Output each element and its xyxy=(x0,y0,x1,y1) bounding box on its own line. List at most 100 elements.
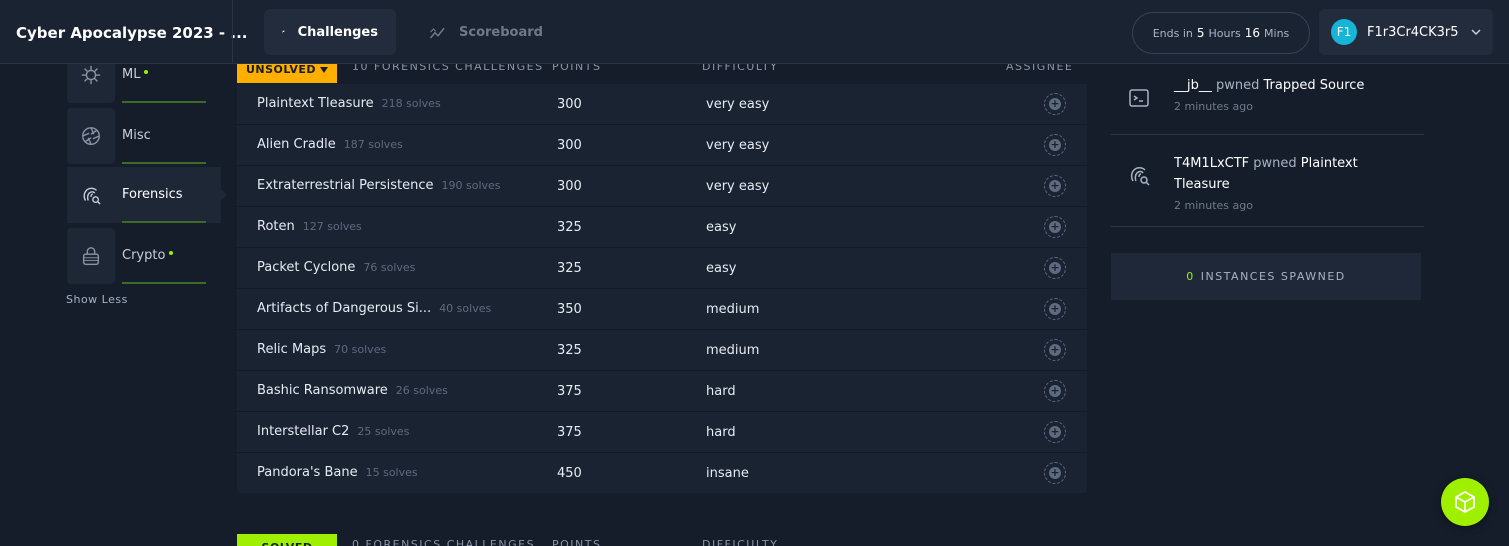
instances-count: 0 xyxy=(1186,270,1195,283)
lock-icon xyxy=(82,247,100,265)
plus-icon: + xyxy=(1049,425,1061,438)
fingerprint-search-icon xyxy=(1130,167,1150,186)
sidebar-item-forensics[interactable]: Forensics xyxy=(67,167,227,223)
category-icon-box xyxy=(67,108,115,164)
challenge-points: 300 xyxy=(557,97,582,112)
challenge-name: Artifacts of Dangerous Si... xyxy=(257,301,432,316)
category-icon-box xyxy=(67,167,115,223)
assign-button[interactable]: + xyxy=(1044,93,1066,115)
challenge-name: Bashic Ransomware xyxy=(257,383,388,398)
avatar: F1 xyxy=(1331,19,1357,45)
challenges-table: Plaintext Tleasure 218 solves 300 very ea… xyxy=(237,84,1087,493)
category-icon-box xyxy=(67,228,115,284)
assign-button[interactable]: + xyxy=(1044,421,1066,443)
solve-count: 26 solves xyxy=(395,384,448,397)
plus-icon: + xyxy=(1049,138,1061,151)
show-less-link[interactable]: Show Less xyxy=(66,293,128,306)
challenge-name: Pandora's Bane xyxy=(257,465,358,480)
solved-filter-dropdown[interactable]: SOLVED xyxy=(237,534,337,546)
user-menu[interactable]: F1 F1r3Cr4CK3r5 xyxy=(1319,9,1493,55)
challenge-name: Plaintext Tleasure xyxy=(257,96,374,111)
challenge-difficulty: insane xyxy=(706,466,749,481)
activity-user[interactable]: __jb__ xyxy=(1174,78,1212,93)
solve-count: 40 solves xyxy=(439,302,492,315)
solve-count: 190 solves xyxy=(441,179,501,192)
challenge-difficulty: very easy xyxy=(706,97,770,112)
column-header-difficulty[interactable]: DIFFICULTY xyxy=(702,538,778,546)
countdown-hours-label: Hours xyxy=(1208,26,1241,40)
activity-text: __jb__ pwned Trapped Source xyxy=(1174,75,1374,96)
plus-icon: + xyxy=(1049,220,1061,233)
challenge-difficulty: medium xyxy=(706,343,760,358)
solve-count: 187 solves xyxy=(343,138,403,151)
challenge-name: Extraterrestrial Persistence xyxy=(257,178,434,193)
solve-count: 127 solves xyxy=(302,220,362,233)
solve-count: 218 solves xyxy=(381,97,441,110)
table-row[interactable]: Interstellar C2 25 solves 375 hard + xyxy=(237,412,1087,453)
assign-button[interactable]: + xyxy=(1044,339,1066,361)
sidebar-item-label: Crypto xyxy=(122,228,206,284)
activity-user[interactable]: T4M1LxCTF xyxy=(1174,156,1249,171)
table-row[interactable]: Plaintext Tleasure 218 solves 300 very ea… xyxy=(237,84,1087,125)
event-title[interactable]: Cyber Apocalypse 2023 - ... xyxy=(16,24,247,42)
assign-button[interactable]: + xyxy=(1044,175,1066,197)
tab-challenges[interactable]: Challenges xyxy=(264,9,396,55)
challenge-points: 375 xyxy=(557,384,582,399)
challenge-name: Packet Cyclone xyxy=(257,260,356,275)
activity-time: 2 minutes ago xyxy=(1174,100,1253,113)
activity-verb: pwned xyxy=(1216,78,1260,93)
activity-challenge: Trapped Source xyxy=(1263,78,1365,93)
instances-label: INSTANCES SPAWNED xyxy=(1200,270,1346,283)
flag-icon xyxy=(282,30,285,34)
aperture-icon xyxy=(82,127,100,145)
challenge-name: Interstellar C2 xyxy=(257,424,350,439)
countdown-hours: 5 xyxy=(1196,26,1205,40)
caret-down-icon xyxy=(320,66,329,73)
table-row[interactable]: Packet Cyclone 76 solves 325 easy + xyxy=(237,248,1087,289)
table-row[interactable]: Extraterrestrial Persistence 190 solves 3… xyxy=(237,166,1087,207)
activity-feed-item: __jb__ pwned Trapped Source 2 minutes ag… xyxy=(1111,64,1424,135)
challenge-points: 325 xyxy=(557,343,582,358)
sidebar-item-crypto[interactable]: Crypto xyxy=(67,228,221,284)
assign-button[interactable]: + xyxy=(1044,380,1066,402)
challenge-name: Alien Cradle xyxy=(257,137,336,152)
plus-icon: + xyxy=(1049,97,1061,110)
solved-table-header: SOLVED 0 FORENSICS CHALLENGES POINTS DIF… xyxy=(237,534,1087,546)
category-name: Crypto xyxy=(122,247,166,263)
challenge-points: 350 xyxy=(557,302,582,317)
table-row[interactable]: Roten 127 solves 325 easy + xyxy=(237,207,1087,248)
plus-icon: + xyxy=(1049,343,1061,356)
table-row[interactable]: Bashic Ransomware 26 solves 375 hard + xyxy=(237,371,1087,412)
challenge-points: 450 xyxy=(557,466,582,481)
table-row[interactable]: Relic Maps 70 solves 325 medium + xyxy=(237,330,1087,371)
assign-button[interactable]: + xyxy=(1044,257,1066,279)
assign-button[interactable]: + xyxy=(1044,134,1066,156)
assign-button[interactable]: + xyxy=(1044,298,1066,320)
column-header-challenges: 0 FORENSICS CHALLENGES xyxy=(352,538,536,546)
countdown-mins-label: Mins xyxy=(1264,26,1290,40)
assign-button[interactable]: + xyxy=(1044,462,1066,484)
chevron-down-icon xyxy=(1471,29,1481,36)
sidebar-item-label: Misc xyxy=(122,108,206,164)
category-name: Forensics xyxy=(122,186,183,202)
sidebar-item-misc[interactable]: Misc xyxy=(67,108,221,164)
category-name: Misc xyxy=(122,127,151,143)
table-row[interactable]: Artifacts of Dangerous Si... 40 solves 35… xyxy=(237,289,1087,330)
assign-button[interactable]: + xyxy=(1044,216,1066,238)
floating-cube-button[interactable] xyxy=(1441,478,1489,526)
activity-text: T4M1LxCTF pwned Plaintext Tleasure xyxy=(1174,153,1374,195)
table-row[interactable]: Alien Cradle 187 solves 300 very easy + xyxy=(237,125,1087,166)
table-row[interactable]: Pandora's Bane 15 solves 450 insane + xyxy=(237,453,1087,494)
activity-feed-item: T4M1LxCTF pwned Plaintext Tleasure 2 min… xyxy=(1111,135,1424,227)
activity-verb: pwned xyxy=(1253,156,1297,171)
tab-scoreboard[interactable]: Scoreboard xyxy=(411,9,561,55)
challenge-points: 325 xyxy=(557,220,582,235)
challenge-difficulty: hard xyxy=(706,384,736,399)
solve-count: 70 solves xyxy=(334,343,387,356)
challenge-points: 300 xyxy=(557,179,582,194)
column-header-points[interactable]: POINTS xyxy=(552,538,601,546)
countdown-prefix: Ends in xyxy=(1152,26,1193,40)
challenge-name: Roten xyxy=(257,219,295,234)
brain-circuit-icon xyxy=(81,65,101,85)
countdown-mins: 16 xyxy=(1244,26,1261,40)
